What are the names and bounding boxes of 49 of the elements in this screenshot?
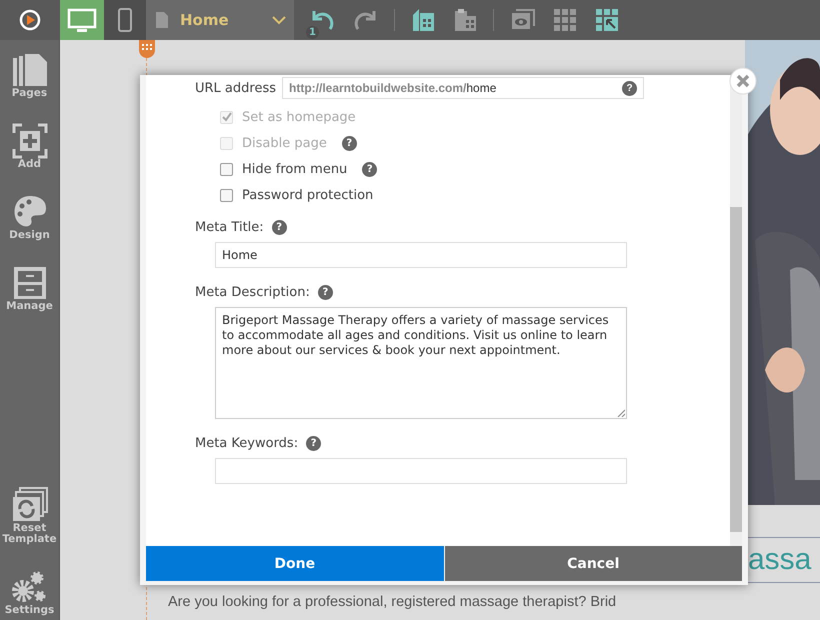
- checkbox-label: Password protection: [242, 188, 374, 202]
- undo-count-badge: 1: [306, 26, 319, 39]
- desktop-icon[interactable]: [67, 8, 97, 32]
- logo-icon[interactable]: [19, 9, 41, 31]
- close-icon[interactable]: [729, 67, 757, 95]
- resize-grip-icon: [617, 409, 625, 417]
- sidebar-item[interactable]: Design: [0, 194, 59, 241]
- caret-icon: [272, 16, 286, 24]
- help-icon[interactable]: ?: [318, 285, 333, 300]
- help-icon[interactable]: ?: [306, 436, 322, 451]
- checkbox-label: Hide from menu: [242, 162, 348, 176]
- page-icon: [156, 12, 168, 28]
- field-label: Meta Keywords:: [195, 436, 298, 451]
- section-handle[interactable]: [139, 40, 155, 58]
- duplicate-icon[interactable]: [411, 7, 437, 33]
- drawer-icon: [12, 265, 48, 301]
- check-icon: [222, 112, 232, 122]
- help-icon[interactable]: ?: [362, 162, 378, 176]
- done-button[interactable]: Done: [146, 546, 444, 581]
- site-heading: assa: [748, 543, 812, 577]
- field-label: URL address: [195, 80, 276, 96]
- checkbox-label: Disable page: [242, 136, 327, 150]
- page-dropdown[interactable]: Home: [146, 0, 294, 40]
- grid-icon[interactable]: [552, 7, 578, 33]
- gears-icon: [12, 569, 48, 605]
- sidebar-item[interactable]: Settings: [0, 569, 59, 616]
- field-label: Meta Description:: [195, 285, 310, 300]
- add-icon: [12, 123, 48, 159]
- site-paragraph: Are you looking for a professional, registered massage therapist? Brid: [168, 594, 616, 610]
- scrollbar[interactable]: [730, 75, 742, 546]
- sidebar-item[interactable]: Manage: [0, 265, 59, 312]
- sidebar-item[interactable]: Reset Template: [0, 487, 59, 545]
- checkbox-label: Set as homepage: [242, 110, 356, 124]
- cancel-button[interactable]: Cancel: [444, 546, 742, 581]
- sidebar-item[interactable]: Add: [0, 123, 59, 170]
- checkbox[interactable]: [220, 188, 233, 202]
- refresh-window-icon: [12, 487, 48, 523]
- field-label: Meta Title:: [195, 220, 264, 235]
- clipboard-icon[interactable]: [453, 7, 479, 33]
- input-field[interactable]: [215, 458, 627, 484]
- help-icon[interactable]: ?: [622, 80, 637, 96]
- arrow-grid-icon[interactable]: [594, 7, 620, 33]
- url-field[interactable]: http://learntobuildwebsite.com/home ?: [282, 77, 644, 99]
- text-area[interactable]: Brigeport Massage Therapy offers a variety of massage services to accommodate all ages and conditions. Visit us online to learn more about our services & book your next appointment.: [215, 307, 627, 419]
- checkbox[interactable]: [220, 162, 233, 176]
- help-icon[interactable]: ?: [272, 220, 287, 235]
- pages-icon: [12, 52, 48, 88]
- sidebar-item[interactable]: Pages: [0, 52, 59, 99]
- input-field[interactable]: Home: [215, 242, 627, 268]
